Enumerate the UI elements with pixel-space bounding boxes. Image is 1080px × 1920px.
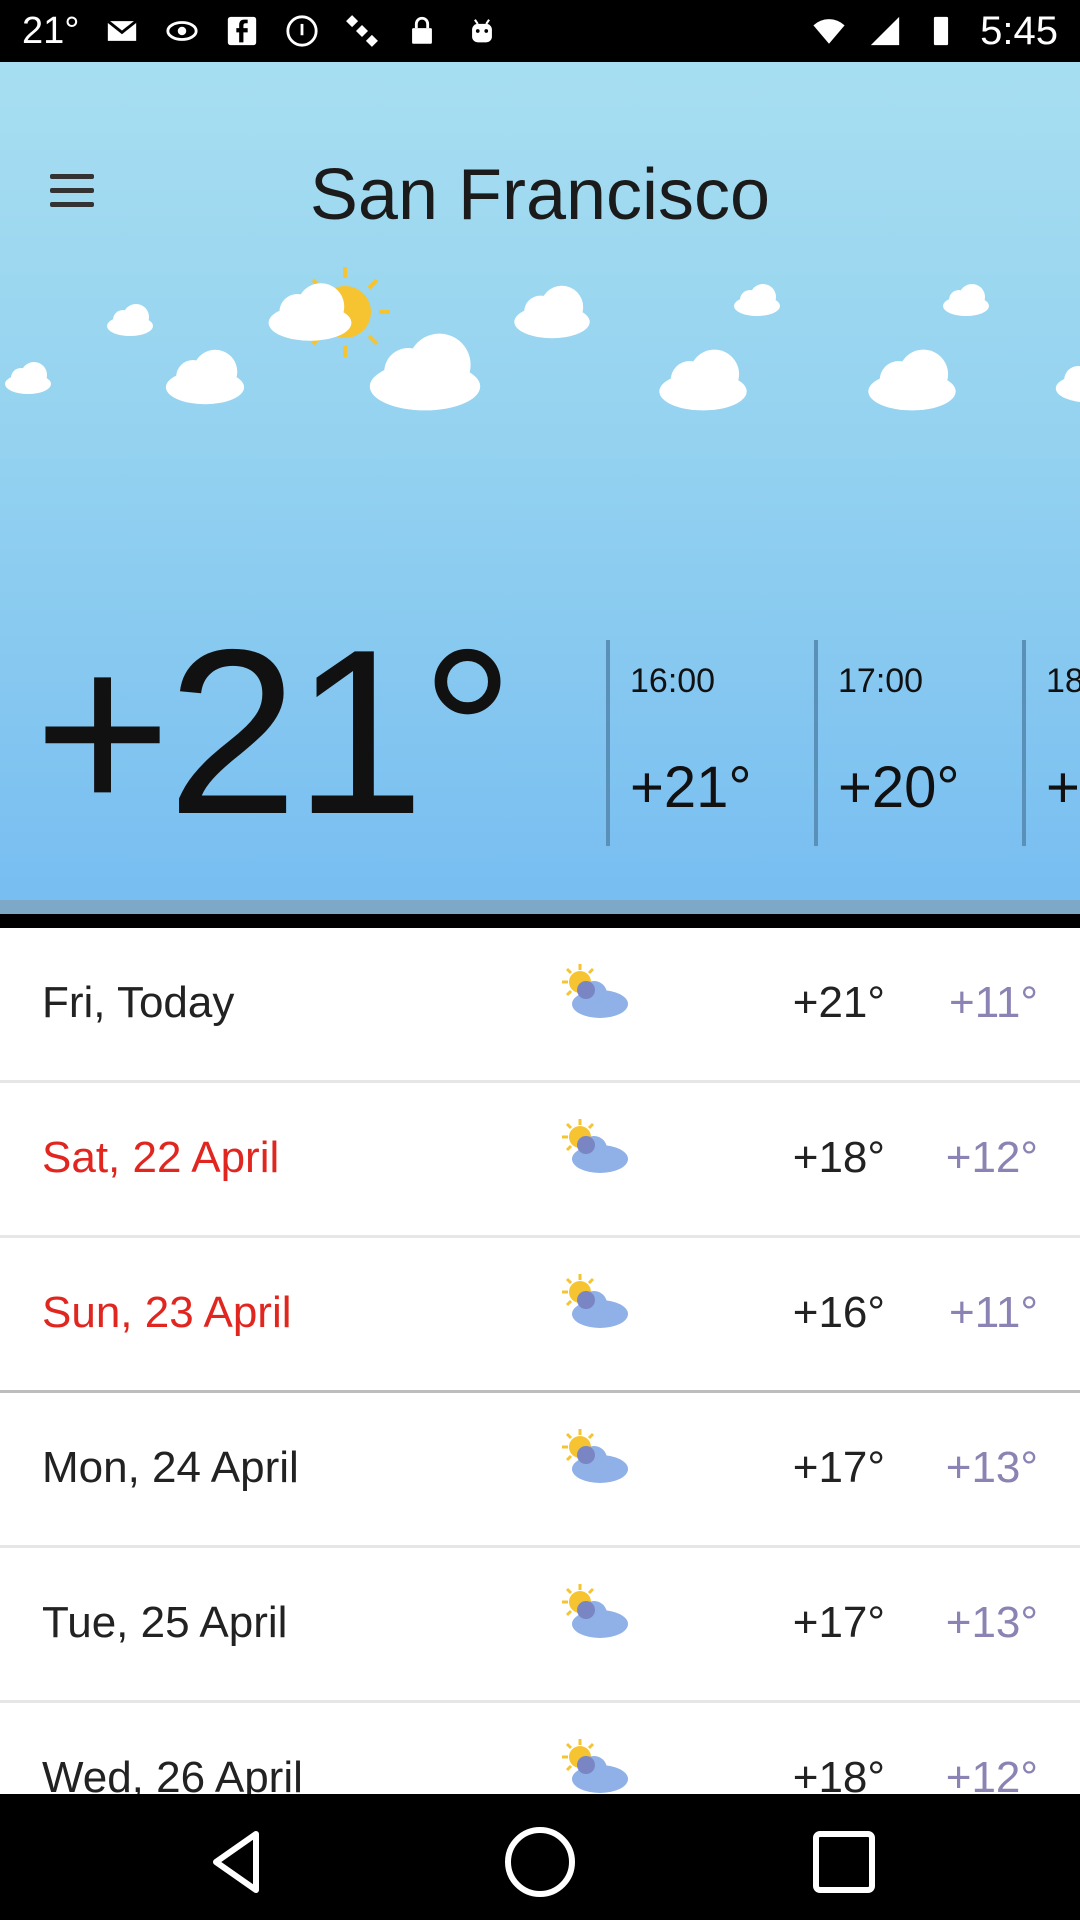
- status-bar: 21° 5:45: [0, 0, 1080, 62]
- forecast-low: +13°: [945, 1598, 1038, 1647]
- battery-icon: [934, 16, 949, 46]
- forecast-high: +16°: [792, 1288, 885, 1337]
- forecast-low: +13°: [945, 1443, 1038, 1492]
- partly-cloudy-icon: [552, 960, 632, 1024]
- hour-time: 18:00: [1046, 662, 1080, 700]
- hour-temperature: +21°: [630, 755, 752, 820]
- hour-time: 17:00: [838, 662, 924, 700]
- forecast-low: +12°: [945, 1753, 1038, 1794]
- forecast-low: +11°: [949, 978, 1038, 1027]
- wifi-icon: [813, 19, 845, 44]
- forecast-high: +18°: [792, 1133, 885, 1182]
- recents-icon[interactable]: [804, 1822, 884, 1902]
- eye-icon: [166, 21, 199, 41]
- hour-temperature: +19°: [1046, 755, 1080, 820]
- home-icon[interactable]: [500, 1822, 580, 1902]
- forecast-low: +11°: [949, 1288, 1038, 1337]
- forecast-row[interactable]: Sat, 22 April +18° +12°: [0, 1083, 1080, 1238]
- status-time: 5:45: [980, 8, 1058, 53]
- lock-icon: [412, 16, 433, 44]
- gmail-icon: [107, 19, 138, 41]
- forecast-day: Fri, Today: [42, 978, 235, 1027]
- forecast-high: +17°: [792, 1443, 885, 1492]
- partly-cloudy-icon: [552, 1115, 632, 1179]
- forecast-row[interactable]: Wed, 26 April +18° +12°: [0, 1703, 1080, 1794]
- hourly-item[interactable]: 16:00 +21°: [606, 640, 814, 846]
- forecast-day: Tue, 25 April: [42, 1598, 288, 1647]
- city-title: San Francisco: [309, 155, 771, 235]
- help-icon: [286, 15, 319, 47]
- forecast-high: +17°: [792, 1598, 885, 1647]
- forecast-low: +12°: [945, 1133, 1038, 1182]
- forecast-row[interactable]: Sun, 23 April +16° +11°: [0, 1238, 1080, 1393]
- hour-temperature: +20°: [838, 755, 960, 820]
- hour-time: 16:00: [630, 662, 716, 700]
- forecast-day: Mon, 24 April: [42, 1443, 299, 1492]
- current-weather-panel: San Francisco +21° 16:00 +21° 17:00 +20°…: [0, 62, 1080, 914]
- partly-cloudy-icon: [552, 1270, 632, 1334]
- navigation-bar: [0, 1794, 1080, 1920]
- current-temperature: +21°: [34, 600, 515, 863]
- partly-cloudy-icon: [552, 1735, 632, 1794]
- status-temperature: 21°: [22, 9, 80, 52]
- forecast-day: Wed, 26 April: [42, 1753, 303, 1794]
- satellite-icon: [346, 15, 379, 47]
- forecast-high: +18°: [792, 1753, 885, 1794]
- partly-cloudy-icon: [552, 1580, 632, 1644]
- forecast-day: Sun, 23 April: [42, 1288, 292, 1337]
- facebook-icon: [228, 16, 257, 46]
- back-icon[interactable]: [200, 1822, 280, 1902]
- forecast-row[interactable]: Mon, 24 April +17° +13°: [0, 1393, 1080, 1548]
- hourly-forecast[interactable]: 16:00 +21° 17:00 +20° 18:00 +19°: [606, 640, 1080, 846]
- signal-icon: [870, 16, 900, 46]
- android-icon: [472, 19, 493, 43]
- hourly-item[interactable]: 17:00 +20°: [814, 640, 1022, 846]
- forecast-row[interactable]: Fri, Today +21° +11°: [0, 928, 1080, 1083]
- daily-forecast-list[interactable]: Fri, Today +21° +11° Sat, 22 April +18° +12° S…: [0, 928, 1080, 1794]
- partly-cloudy-icon: [552, 1425, 632, 1489]
- hourly-item[interactable]: 18:00 +19°: [1022, 640, 1080, 846]
- forecast-row[interactable]: Tue, 25 April +17° +13°: [0, 1548, 1080, 1703]
- forecast-high: +21°: [792, 978, 885, 1027]
- panel-divider: [0, 900, 1080, 914]
- forecast-day: Sat, 22 April: [42, 1133, 280, 1182]
